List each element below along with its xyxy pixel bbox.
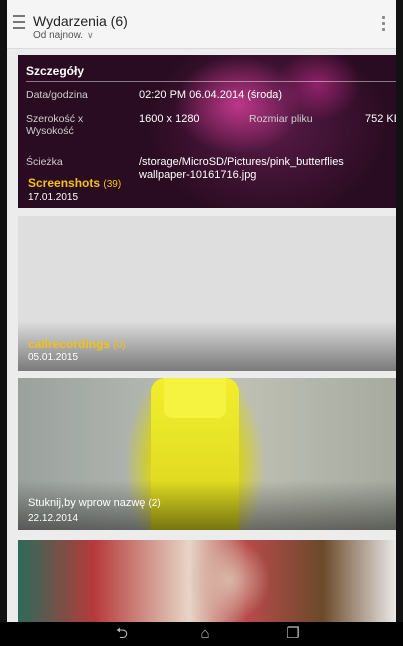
album-name: Stuknij,by wprow nazwę (2) xyxy=(28,497,161,509)
album-count: (2) xyxy=(148,498,161,509)
thumbnail-detail xyxy=(164,378,226,418)
date-label: Data/godzina xyxy=(26,89,88,101)
recents-icon[interactable]: ❐ xyxy=(283,625,303,643)
album-card-screenshots[interactable]: Szczegóły Data/godzina 02:20 PM 06.04.20… xyxy=(18,55,396,208)
album-name: callrecordings (0) xyxy=(28,337,126,351)
bezel-left xyxy=(0,0,7,646)
album-title: callrecordings xyxy=(28,337,111,351)
size-value: 1600 x 1280 xyxy=(139,113,200,125)
path-value-2: wallpaper-10161716.jpg xyxy=(139,169,257,181)
sort-dropdown[interactable]: Od najnow. ∨ xyxy=(33,30,94,41)
details-divider xyxy=(26,81,396,82)
screen: Wydarzenia (6) Od najnow. ∨ Szczegóły Dat… xyxy=(7,0,396,622)
album-card-unnamed[interactable]: Stuknij,by wprow nazwę (2) 22.12.2014 xyxy=(18,378,396,530)
bezel-right xyxy=(396,0,403,646)
overflow-menu-icon[interactable] xyxy=(382,16,386,34)
album-count: (0) xyxy=(113,340,126,351)
navigation-bar: ⮌ ⌂ ❐ xyxy=(0,622,403,646)
album-card-partial[interactable] xyxy=(18,540,396,622)
path-label: Ścieżka xyxy=(26,156,63,168)
filesize-value: 752 KB xyxy=(365,113,396,125)
album-name: Screenshots (39) xyxy=(28,176,121,190)
filesize-label: Rozmiar pliku xyxy=(249,113,313,125)
back-icon[interactable]: ⮌ xyxy=(112,625,132,643)
hamburger-icon[interactable] xyxy=(13,15,25,29)
album-title: Stuknij,by wprow nazwę xyxy=(28,497,146,509)
size-label-1: Szerokość x xyxy=(26,113,84,125)
album-title: Screenshots xyxy=(28,176,101,190)
path-value-1: /storage/MicroSD/Pictures/pink_butterfli… xyxy=(139,156,344,168)
date-value: 02:20 PM 06.04.2014 (środa) xyxy=(139,89,283,101)
details-header: Szczegóły xyxy=(26,64,85,78)
home-icon[interactable]: ⌂ xyxy=(195,625,215,643)
page-title[interactable]: Wydarzenia (6) xyxy=(33,14,128,28)
size-label-2: Wysokość xyxy=(26,125,74,137)
album-count: (39) xyxy=(103,179,122,190)
action-bar: Wydarzenia (6) Od najnow. ∨ xyxy=(7,0,396,49)
device-frame: Wydarzenia (6) Od najnow. ∨ Szczegóły Dat… xyxy=(0,0,403,646)
sort-label: Od najnow. xyxy=(33,30,84,41)
album-date: 05.01.2015 xyxy=(28,352,79,363)
album-date: 22.12.2014 xyxy=(28,513,79,524)
album-card-callrecordings[interactable]: callrecordings (0) 05.01.2015 xyxy=(18,216,396,371)
chevron-down-icon: ∨ xyxy=(87,30,94,40)
album-date: 17.01.2015 xyxy=(28,192,79,203)
